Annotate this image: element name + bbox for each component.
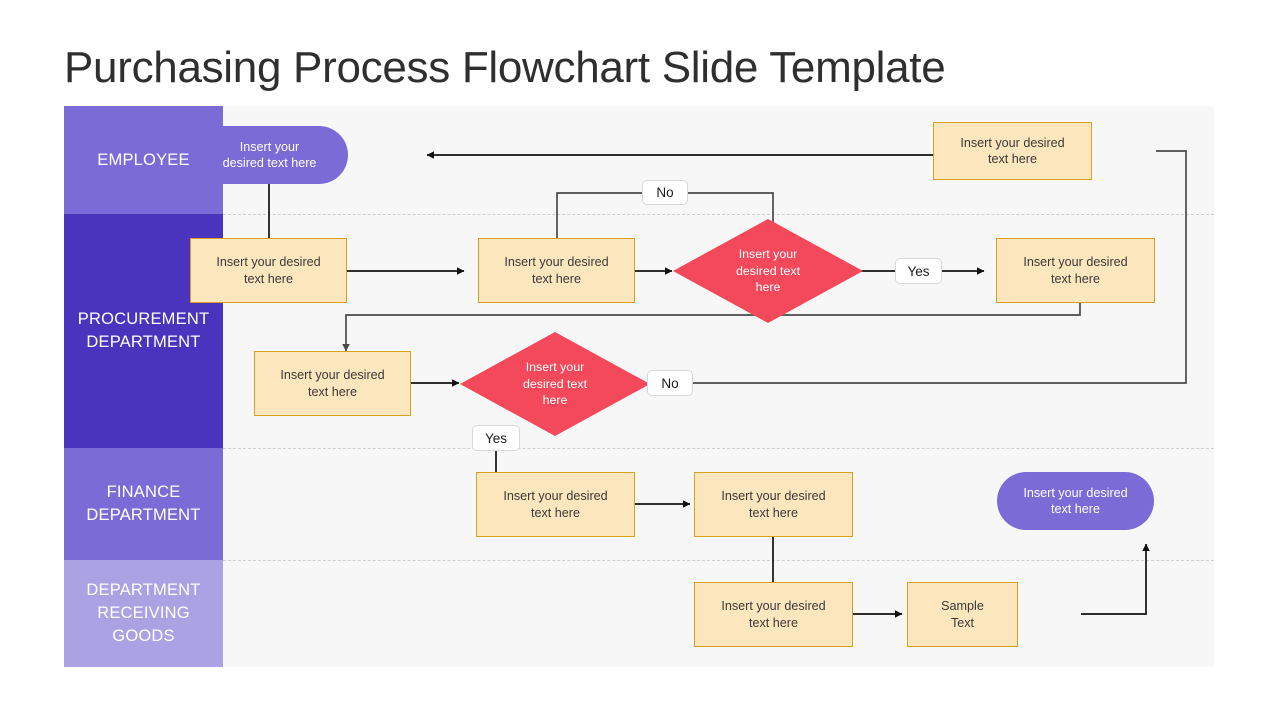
node-receiving-2[interactable]: Sample Text <box>907 582 1018 647</box>
node-proc-1[interactable]: Insert your desired text here <box>190 238 347 303</box>
decision-2-shape <box>460 332 650 436</box>
node-decision-1[interactable]: Insert your desired text here <box>673 219 863 323</box>
node-end[interactable]: Insert your desired text here <box>997 472 1154 530</box>
lane-label-receiving: DEPARTMENT RECEIVING GOODS <box>64 560 223 667</box>
node-finance-2[interactable]: Insert your desired text here <box>694 472 853 537</box>
node-employee-right-text: Insert your desired text here <box>960 135 1065 167</box>
node-proc-3[interactable]: Insert your desired text here <box>996 238 1155 303</box>
node-proc-2-text: Insert your desired text here <box>504 255 609 286</box>
node-finance-1-text: Insert your desired text here <box>503 489 608 520</box>
edge-label-no-top-text: No <box>656 185 674 200</box>
node-start-text: Insert your desired text here <box>222 139 317 171</box>
node-proc-4[interactable]: Insert your desired text here <box>254 351 411 416</box>
node-employee-right[interactable]: Insert your desired text here <box>933 122 1092 180</box>
flowchart-canvas: EMPLOYEE PROCUREMENT DEPARTMENT FINANCE … <box>64 106 1214 667</box>
node-receiving-1[interactable]: Insert your desired text here <box>694 582 853 647</box>
node-proc-1-text: Insert your desired text here <box>216 255 321 286</box>
lane-label-procurement-text: PROCUREMENT DEPARTMENT <box>77 310 210 351</box>
edge-label-no-decision-2: No <box>647 370 693 396</box>
lane-label-receiving-text: DEPARTMENT RECEIVING GOODS <box>86 581 201 645</box>
page-title: Purchasing Process Flowchart Slide Templ… <box>64 43 946 92</box>
slide-root: Purchasing Process Flowchart Slide Templ… <box>0 0 1280 720</box>
edge-label-no-top: No <box>642 180 688 205</box>
edge-label-yes-decision-2: Yes <box>472 425 520 451</box>
node-receiving-1-text: Insert your desired text here <box>721 599 826 630</box>
node-proc-3-text: Insert your desired text here <box>1023 255 1128 286</box>
node-proc-2[interactable]: Insert your desired text here <box>478 238 635 303</box>
node-start[interactable]: Insert your desired text here <box>191 126 348 184</box>
node-finance-2-text: Insert your desired text here <box>721 489 826 520</box>
edge-label-yes-decision-2-text: Yes <box>484 430 508 446</box>
node-receiving-2-text: Sample Text <box>941 599 984 630</box>
lane-divider-1 <box>223 214 1214 215</box>
lane-divider-3 <box>223 560 1214 561</box>
lane-divider-2 <box>223 448 1214 449</box>
node-end-text: Insert your desired text here <box>1023 485 1128 517</box>
edge-label-yes-decision-1-text: Yes <box>907 263 930 279</box>
edge-label-no-decision-2-text: No <box>661 375 679 391</box>
node-finance-1[interactable]: Insert your desired text here <box>476 472 635 537</box>
lane-label-employee-text: EMPLOYEE <box>97 150 190 169</box>
lane-label-finance-text: FINANCE DEPARTMENT <box>86 483 201 524</box>
lane-label-finance: FINANCE DEPARTMENT <box>64 448 223 560</box>
decision-1-shape <box>673 219 863 323</box>
edge-label-yes-decision-1: Yes <box>895 258 942 284</box>
node-decision-2[interactable]: Insert your desired text here <box>460 332 650 436</box>
node-proc-4-text: Insert your desired text here <box>280 368 385 399</box>
